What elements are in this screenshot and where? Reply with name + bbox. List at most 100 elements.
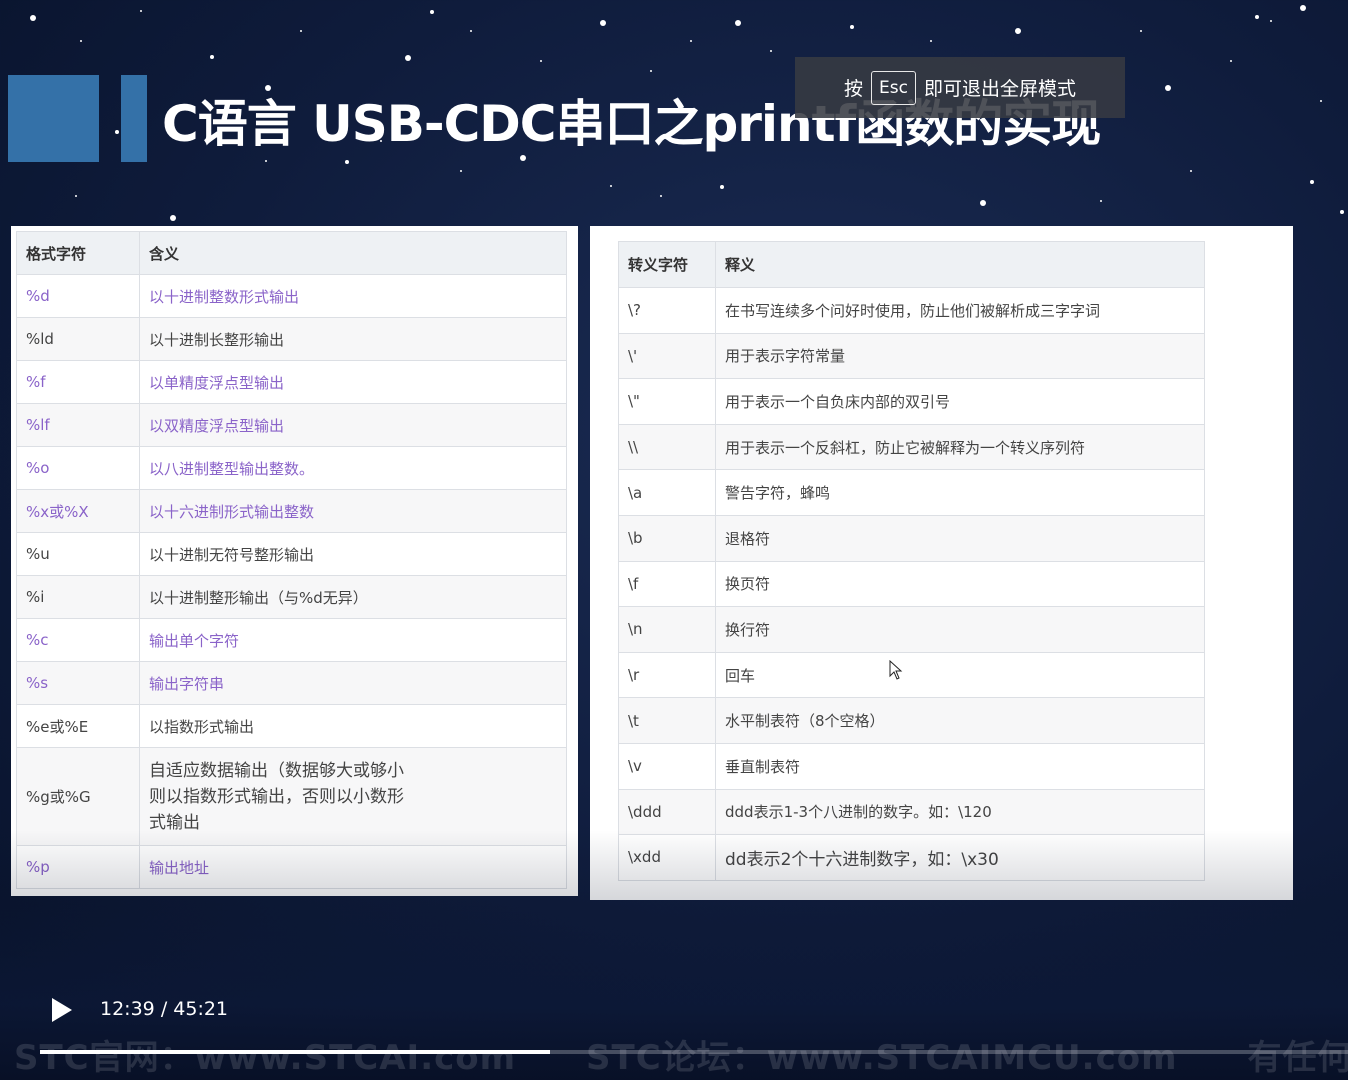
escape-meaning-cell: 在书写连续多个问好时使用，防止他们被解析成三字字词 (715, 287, 1205, 334)
format-row: %o 以八进制整型输出整数。 (16, 446, 567, 490)
escape-row: \xdd dd表示2个十六进制数字，如：\x30 (618, 834, 1205, 881)
format-code-cell: %p (16, 845, 140, 889)
star-dot (650, 70, 652, 72)
format-code-cell: %o (16, 446, 140, 490)
format-code-cell: %f (16, 360, 140, 404)
escape-row: \" 用于表示一个自负床内部的双引号 (618, 378, 1205, 425)
format-meaning-cell: 以十进制整形输出（与%d无异） (139, 575, 567, 619)
format-code-cell: %e或%E (16, 704, 140, 748)
escape-code-cell: \n (618, 606, 716, 653)
format-meaning-cell: 以十进制无符号整形输出 (139, 532, 567, 576)
star-dot (345, 160, 349, 164)
star-dot (1270, 20, 1272, 22)
star-dot (405, 55, 411, 61)
star-dot (460, 170, 462, 172)
total-time: 45:21 (173, 998, 229, 1020)
escape-row: \n 换行符 (618, 606, 1205, 653)
escape-header-code: 转义字符 (618, 241, 716, 288)
escape-row: \ddd ddd表示1-3个八进制的数字。如：\120 (618, 788, 1205, 836)
mouse-pointer-icon (889, 660, 903, 680)
time-separator: / (160, 998, 168, 1020)
escape-meaning-cell: 回车 (715, 651, 1205, 699)
format-meaning-cell: 以指数形式输出 (139, 704, 567, 748)
format-row: %i 以十进制整形输出（与%d无异） (16, 575, 567, 619)
escape-meaning-cell: 退格符 (715, 514, 1205, 562)
format-row: %lf 以双精度浮点型输出 (16, 403, 567, 447)
current-time: 12:39 (100, 998, 155, 1020)
star-dot (170, 215, 176, 221)
format-row: %ld 以十进制长整形输出 (16, 317, 567, 361)
escape-meaning-cell: 垂直制表符 (715, 742, 1205, 790)
escape-table-panel: 转义字符 释义 \? 在书写连续多个问好时使用，防止他们被解析成三字字词 \' 用于表… (590, 226, 1293, 900)
format-code-cell: %c (16, 618, 140, 662)
star-dot (690, 40, 692, 42)
star-dot (735, 20, 741, 26)
star-dot (540, 60, 542, 62)
star-dot (600, 20, 606, 26)
format-row: %d 以十进制整数形式输出 (16, 274, 567, 318)
escape-meaning-cell: ddd表示1-3个八进制的数字。如：\120 (715, 788, 1205, 836)
star-dot (300, 30, 302, 32)
escape-meaning-cell: 用于表示一个反斜杠，防止它被解释为一个转义序列符 (715, 423, 1205, 471)
escape-code-cell: \' (618, 332, 716, 380)
progress-fill (40, 1050, 551, 1054)
format-header-code: 格式字符 (16, 231, 140, 275)
format-meaning-cell: 输出单个字符 (139, 618, 567, 662)
escape-code-cell: \b (618, 514, 716, 562)
format-header-meaning: 含义 (139, 231, 567, 275)
format-specifier-table: 格式字符 含义 %d 以十进制整数形式输出 %ld 以十进制长整形输出 %f 以单精度浮点… (16, 231, 567, 889)
star-dot (1310, 180, 1314, 184)
escape-character-table: 转义字符 释义 \? 在书写连续多个问好时使用，防止他们被解析成三字字词 \' 用于表… (618, 241, 1205, 881)
format-meaning-cell: 以十进制整数形式输出 (139, 274, 567, 318)
star-dot (1300, 5, 1306, 11)
star-dot (470, 30, 472, 32)
format-code-cell: %s (16, 661, 140, 705)
star-dot (1230, 60, 1232, 62)
escape-row: \r 回车 (618, 651, 1205, 699)
star-dot (1140, 30, 1142, 32)
escape-row: \a 警告字符，蜂鸣 (618, 469, 1205, 516)
escape-row: \v 垂直制表符 (618, 742, 1205, 790)
decorative-square (8, 75, 99, 162)
escape-code-cell: \r (618, 651, 716, 699)
star-dot (430, 10, 434, 14)
esc-key-badge: Esc (871, 70, 916, 105)
format-row: %p 输出地址 (16, 845, 567, 889)
escape-row: \f 换页符 (618, 560, 1205, 608)
escape-row: \t 水平制表符（8个空格） (618, 697, 1205, 744)
escape-header-meaning: 释义 (715, 241, 1205, 288)
format-row: %e或%E 以指数形式输出 (16, 704, 567, 748)
progress-bar[interactable] (40, 1050, 1348, 1054)
format-meaning-cell: 输出地址 (139, 845, 567, 889)
star-dot (930, 40, 932, 42)
time-display: 12:39 / 45:21 (100, 998, 228, 1020)
format-meaning-cell: 以双精度浮点型输出 (139, 403, 567, 447)
format-row: %x或%X 以十六进制形式输出整数 (16, 489, 567, 533)
escape-meaning-cell: 水平制表符（8个空格） (715, 697, 1205, 744)
watermark-footer: STC官网：www.STCAI.com STC论坛：www.STCAIMCU.c… (14, 1038, 1348, 1078)
star-dot (140, 10, 142, 12)
escape-meaning-cell: dd表示2个十六进制数字，如：\x30 (715, 834, 1205, 881)
video-frame[interactable]: C语言 USB-CDC串口之printf函数的实现 按 Esc 即可退出全屏模式… (0, 0, 1348, 1080)
play-icon[interactable] (52, 998, 72, 1022)
escape-row: \' 用于表示字符常量 (618, 332, 1205, 380)
format-meaning-cell: 以单精度浮点型输出 (139, 360, 567, 404)
format-code-cell: %ld (16, 317, 140, 361)
escape-meaning-cell: 用于表示字符常量 (715, 332, 1205, 380)
star-dot (1320, 100, 1322, 102)
star-dot (265, 160, 267, 162)
escape-code-cell: \t (618, 697, 716, 744)
format-code-cell: %d (16, 274, 140, 318)
star-dot (210, 55, 214, 59)
hint-prefix: 按 (844, 78, 864, 100)
escape-code-cell: \a (618, 469, 716, 516)
escape-code-cell: \v (618, 742, 716, 790)
star-dot (850, 25, 854, 29)
star-dot (80, 40, 82, 42)
star-dot (1015, 28, 1021, 34)
format-row: %f 以单精度浮点型输出 (16, 360, 567, 404)
star-dot (115, 130, 119, 134)
escape-row: \\ 用于表示一个反斜杠，防止它被解释为一个转义序列符 (618, 423, 1205, 471)
format-meaning-cell: 以八进制整型输出整数。 (139, 446, 567, 490)
escape-code-cell: \ddd (618, 788, 716, 836)
